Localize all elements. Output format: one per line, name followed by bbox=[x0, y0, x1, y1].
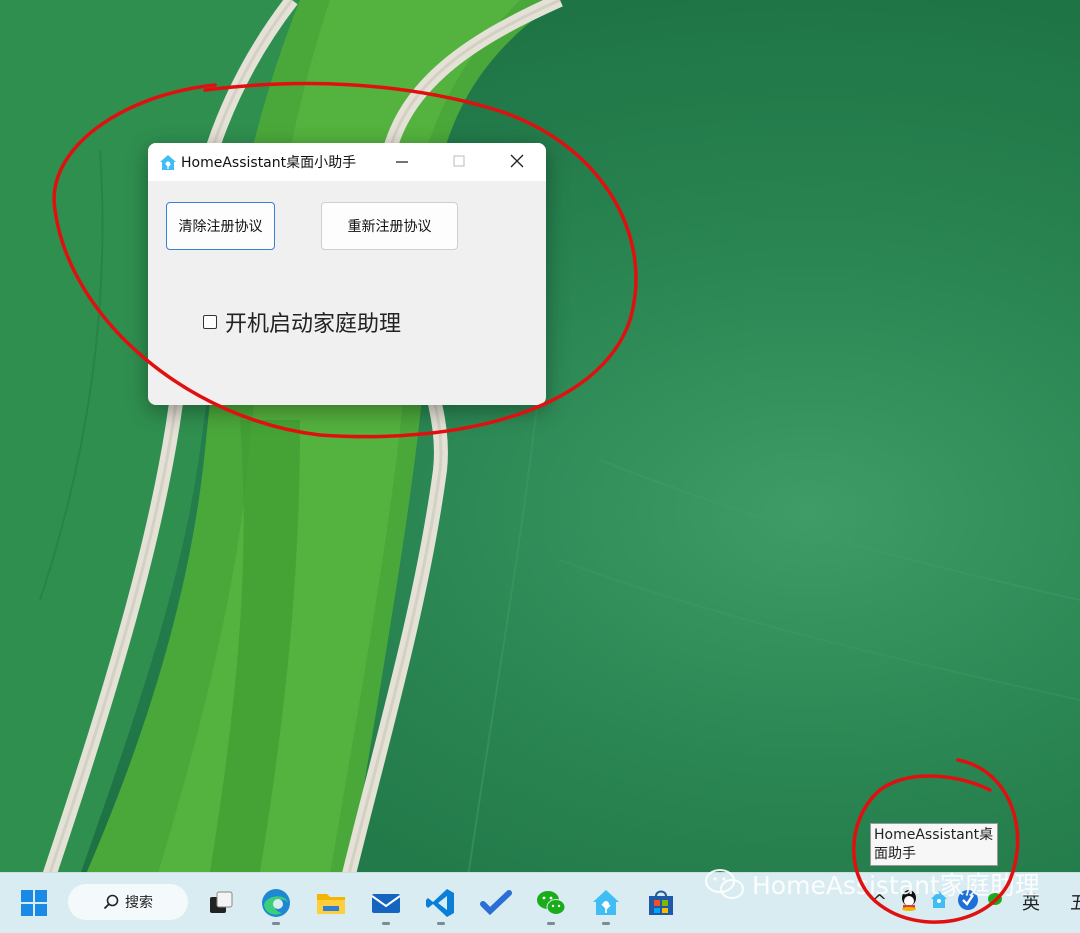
autostart-option[interactable]: 开机启动家庭助理 bbox=[203, 306, 401, 338]
desktop-wallpaper bbox=[0, 0, 1080, 932]
search-icon bbox=[103, 894, 119, 910]
task-view-button[interactable] bbox=[201, 883, 241, 923]
mail-running-indicator bbox=[382, 922, 390, 925]
close-icon bbox=[510, 154, 524, 168]
wechat-watermark-icon bbox=[705, 869, 744, 899]
store-icon bbox=[649, 890, 673, 915]
edge-button[interactable] bbox=[256, 883, 296, 925]
watermark-text: HomeAssistant家庭助理 bbox=[752, 871, 1040, 900]
file-explorer-button[interactable] bbox=[311, 883, 351, 923]
edge-icon bbox=[262, 889, 290, 917]
mail-icon bbox=[371, 894, 401, 913]
app-window: HomeAssistant桌面小助手 清除注册协议 重新注册协议 开机启动家庭助… bbox=[148, 143, 546, 405]
wechat-running-indicator bbox=[547, 922, 555, 925]
ime-mode-indicator[interactable]: 五 bbox=[1070, 889, 1080, 915]
start-button[interactable] bbox=[14, 883, 54, 923]
homeassistant-icon bbox=[593, 890, 619, 915]
task-view-icon bbox=[210, 891, 233, 913]
edge-running-indicator bbox=[272, 922, 280, 925]
close-button[interactable] bbox=[494, 143, 540, 179]
start-icon bbox=[21, 890, 47, 916]
todo-button[interactable] bbox=[476, 883, 516, 923]
minimize-button[interactable] bbox=[379, 143, 425, 179]
mail-button[interactable] bbox=[366, 883, 406, 925]
search-label: 搜索 bbox=[125, 895, 153, 911]
vscode-button[interactable] bbox=[421, 883, 461, 925]
file-explorer-icon bbox=[317, 894, 345, 914]
autostart-checkbox[interactable] bbox=[203, 315, 217, 329]
homeassistant-app-icon bbox=[160, 155, 176, 170]
wallpaper-landscape bbox=[0, 0, 1080, 932]
homeassistant-running-indicator bbox=[602, 922, 610, 925]
window-title: HomeAssistant桌面小助手 bbox=[181, 155, 357, 171]
wechat-icon bbox=[537, 891, 566, 915]
tooltip-line-2: 面助手 bbox=[874, 846, 916, 862]
window-titlebar[interactable]: HomeAssistant桌面小助手 bbox=[148, 143, 546, 181]
maximize-button[interactable] bbox=[436, 143, 482, 179]
store-button[interactable] bbox=[641, 883, 681, 923]
watermark: HomeAssistant家庭助理 bbox=[704, 866, 1040, 902]
todo-icon bbox=[480, 890, 512, 916]
minimize-icon bbox=[396, 161, 408, 163]
re-register-button[interactable]: 重新注册协议 bbox=[321, 202, 458, 250]
clear-registration-button[interactable]: 清除注册协议 bbox=[166, 202, 275, 250]
taskbar-search[interactable]: 搜索 bbox=[68, 884, 188, 920]
autostart-label: 开机启动家庭助理 bbox=[225, 312, 402, 337]
vscode-running-indicator bbox=[437, 922, 445, 925]
tooltip-line-1: HomeAssistant桌 bbox=[874, 827, 994, 843]
vscode-icon bbox=[426, 889, 454, 917]
maximize-icon bbox=[453, 155, 465, 167]
wechat-button[interactable] bbox=[531, 883, 571, 925]
tray-tooltip: HomeAssistant桌 面助手 bbox=[870, 823, 998, 866]
homeassistant-button[interactable] bbox=[586, 883, 626, 925]
